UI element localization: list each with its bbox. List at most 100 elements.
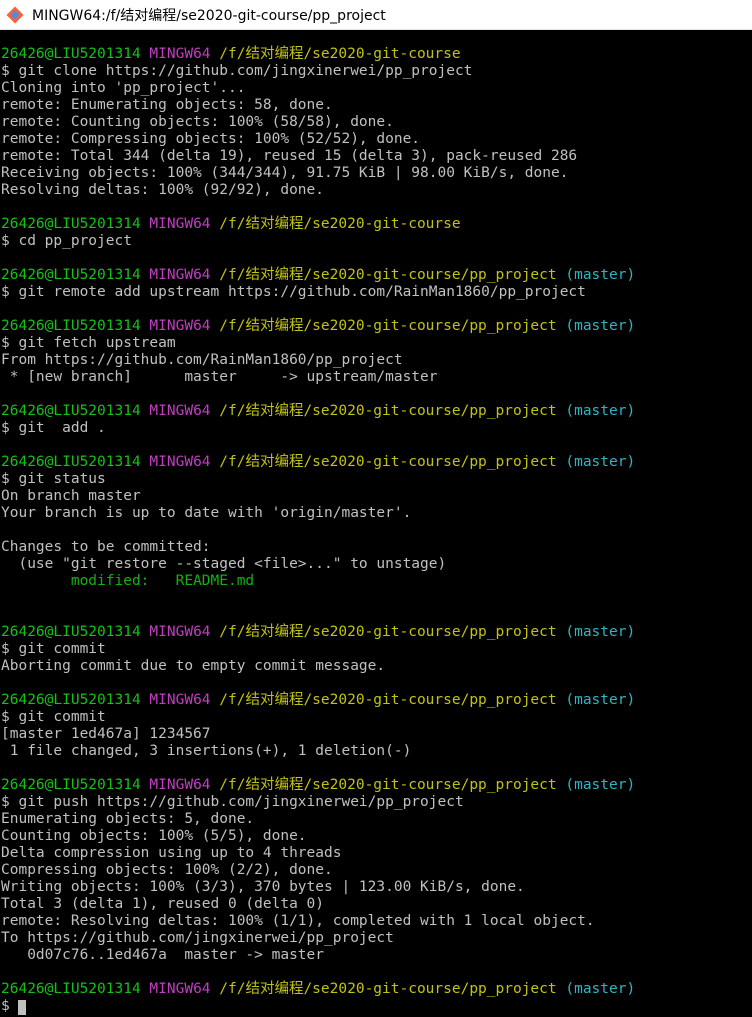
window-title: MINGW64:/f/结对编程/se2020-git-course/pp_pro…: [32, 7, 386, 24]
output-line: $ git commit: [1, 709, 106, 725]
output-line: remote: Counting objects: 100% (58/58), …: [1, 114, 394, 130]
text-cursor: [18, 1000, 27, 1015]
output-line: remote: Compressing objects: 100% (52/52…: [1, 131, 421, 147]
title-bar[interactable]: MINGW64:/f/结对编程/se2020-git-course/pp_pro…: [0, 0, 752, 30]
output-line: 1 file changed, 3 insertions(+), 1 delet…: [1, 743, 412, 759]
prompt-host: MINGW64: [149, 624, 211, 640]
prompt-user: 26426@LIU5201314: [1, 624, 141, 640]
output-line: $ git status: [1, 471, 106, 487]
output-line: Total 3 (delta 1), reused 0 (delta 0): [1, 896, 325, 912]
prompt-line: 26426@LIU5201314 MINGW64 /f/结对编程/se2020-…: [1, 777, 752, 794]
terminal-window: MINGW64:/f/结对编程/se2020-git-course/pp_pro…: [0, 0, 752, 1017]
prompt-line: 26426@LIU5201314 MINGW64 /f/结对编程/se2020-…: [1, 216, 752, 233]
prompt-path: /f/结对编程/se2020-git-course/pp_project: [219, 981, 557, 997]
prompt-line: 26426@LIU5201314 MINGW64 /f/结对编程/se2020-…: [1, 318, 752, 335]
prompt-user: 26426@LIU5201314: [1, 318, 141, 334]
output-line: * [new branch] master -> upstream/master: [1, 369, 438, 385]
output-line: Enumerating objects: 5, done.: [1, 811, 255, 827]
output-line: Aborting commit due to empty commit mess…: [1, 658, 386, 674]
prompt-line: 26426@LIU5201314 MINGW64 /f/结对编程/se2020-…: [1, 454, 752, 471]
output-line: From https://github.com/RainMan1860/pp_p…: [1, 352, 403, 368]
output-line: Receiving objects: 100% (344/344), 91.75…: [1, 165, 569, 181]
prompt-user: 26426@LIU5201314: [1, 403, 141, 419]
output-line: Writing objects: 100% (3/3), 370 bytes |…: [1, 879, 525, 895]
prompt-host: MINGW64: [149, 454, 211, 470]
prompt-path: /f/结对编程/se2020-git-course/pp_project: [219, 267, 557, 283]
prompt-path: /f/结对编程/se2020-git-course: [219, 216, 461, 232]
output-line: (use "git restore --staged <file>..." to…: [1, 556, 447, 572]
output-line: To https://github.com/jingxinerwei/pp_pr…: [1, 930, 394, 946]
prompt-host: MINGW64: [149, 216, 211, 232]
prompt-path: /f/结对编程/se2020-git-course/pp_project: [219, 454, 557, 470]
prompt-host: MINGW64: [149, 777, 211, 793]
output-line: $ git remote add upstream https://github…: [1, 284, 586, 300]
prompt-branch: (master): [565, 403, 636, 419]
prompt-path: /f/结对编程/se2020-git-course/pp_project: [219, 318, 557, 334]
output-line: $ git clone https://github.com/jingxiner…: [1, 63, 473, 79]
output-line: On branch master: [1, 488, 141, 504]
prompt-user: 26426@LIU5201314: [1, 692, 141, 708]
prompt-user: 26426@LIU5201314: [1, 454, 141, 470]
prompt-branch: (master): [565, 267, 636, 283]
prompt-host: MINGW64: [149, 981, 211, 997]
prompt-branch: (master): [565, 624, 636, 640]
output-line: [master 1ed467a] 1234567: [1, 726, 211, 742]
prompt-host: MINGW64: [149, 267, 211, 283]
prompt-user: 26426@LIU5201314: [1, 981, 141, 997]
output-line: $ git add .: [1, 420, 106, 436]
output-line: Compressing objects: 100% (2/2), done.: [1, 862, 333, 878]
prompt-branch: (master): [565, 777, 636, 793]
prompt-branch: (master): [565, 318, 636, 334]
prompt-line: 26426@LIU5201314 MINGW64 /f/结对编程/se2020-…: [1, 267, 752, 284]
prompt-line: 26426@LIU5201314 MINGW64 /f/结对编程/se2020-…: [1, 981, 752, 998]
prompt-host: MINGW64: [149, 403, 211, 419]
prompt-path: /f/结对编程/se2020-git-course: [219, 46, 461, 62]
prompt-host: MINGW64: [149, 318, 211, 334]
status-modified-line: modified: README.md: [1, 573, 255, 589]
output-line: $ git push https://github.com/jingxinerw…: [1, 794, 464, 810]
output-line: $ git commit: [1, 641, 106, 657]
prompt-path: /f/结对编程/se2020-git-course/pp_project: [219, 692, 557, 708]
prompt-host: MINGW64: [149, 46, 211, 62]
output-line: Resolving deltas: 100% (92/92), done.: [1, 182, 325, 198]
output-line: remote: Total 344 (delta 19), reused 15 …: [1, 148, 578, 164]
output-line: remote: Enumerating objects: 58, done.: [1, 97, 333, 113]
terminal-output[interactable]: 26426@LIU5201314 MINGW64 /f/结对编程/se2020-…: [0, 30, 752, 1017]
prompt-user: 26426@LIU5201314: [1, 46, 141, 62]
output-line: $ git fetch upstream: [1, 335, 176, 351]
output-line: Delta compression using up to 4 threads: [1, 845, 342, 861]
prompt-line: 26426@LIU5201314 MINGW64 /f/结对编程/se2020-…: [1, 624, 752, 641]
prompt-path: /f/结对编程/se2020-git-course/pp_project: [219, 777, 557, 793]
prompt-symbol: $: [1, 998, 19, 1014]
prompt-host: MINGW64: [149, 692, 211, 708]
output-line: Your branch is up to date with 'origin/m…: [1, 505, 412, 521]
prompt-user: 26426@LIU5201314: [1, 777, 141, 793]
output-line: Counting objects: 100% (5/5), done.: [1, 828, 307, 844]
prompt-branch: (master): [565, 981, 636, 997]
prompt-line: 26426@LIU5201314 MINGW64 /f/结对编程/se2020-…: [1, 46, 752, 63]
prompt-path: /f/结对编程/se2020-git-course/pp_project: [219, 624, 557, 640]
output-line: 0d07c76..1ed467a master -> master: [1, 947, 325, 963]
output-line: remote: Resolving deltas: 100% (1/1), co…: [1, 913, 595, 929]
prompt-path: /f/结对编程/se2020-git-course/pp_project: [219, 403, 557, 419]
prompt-branch: (master): [565, 692, 636, 708]
output-line: $ cd pp_project: [1, 233, 132, 249]
output-line: Cloning into 'pp_project'...: [1, 80, 246, 96]
prompt-user: 26426@LIU5201314: [1, 267, 141, 283]
prompt-line: 26426@LIU5201314 MINGW64 /f/结对编程/se2020-…: [1, 403, 752, 420]
input-line[interactable]: $: [1, 998, 752, 1015]
prompt-line: 26426@LIU5201314 MINGW64 /f/结对编程/se2020-…: [1, 692, 752, 709]
output-line: Changes to be committed:: [1, 539, 211, 555]
prompt-user: 26426@LIU5201314: [1, 216, 141, 232]
